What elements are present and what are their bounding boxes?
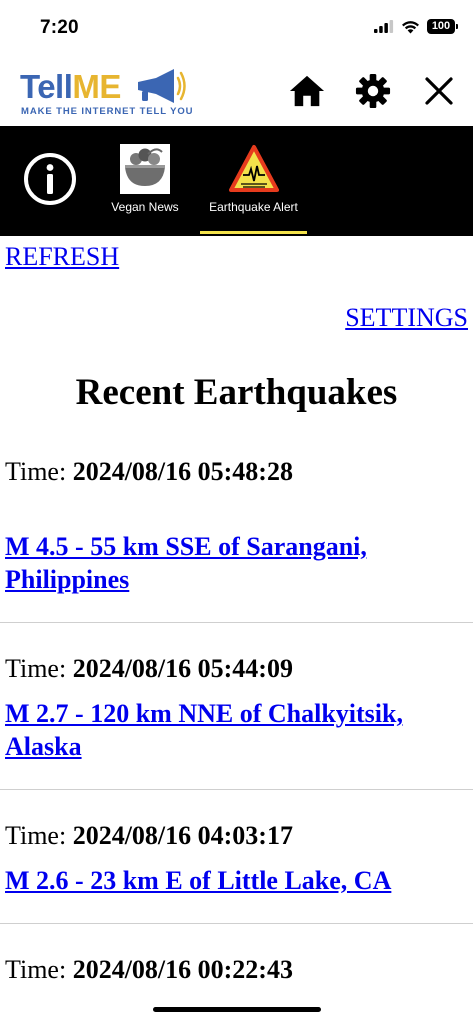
earthquake-item: Time: 2024/08/16 04:03:17 M 2.6 - 23 km …	[0, 790, 473, 924]
logo-me: ME	[72, 68, 121, 105]
tab-earthquake-alert-label: Earthquake Alert	[209, 200, 298, 214]
vegan-bowl-icon	[120, 144, 170, 194]
home-button[interactable]	[289, 72, 325, 110]
tellme-logo: TellME MAKE THE INTERNET TELL YOU	[20, 64, 194, 120]
settings-button[interactable]	[355, 72, 391, 110]
earthquake-time: Time: 2024/08/16 04:03:17	[5, 790, 468, 864]
earthquake-item: Time: 2024/08/16 05:44:09 M 2.7 - 120 km…	[0, 623, 473, 790]
cellular-signal-icon	[374, 20, 394, 33]
header-actions	[289, 72, 457, 110]
time-value: 2024/08/16 00:22:43	[72, 955, 293, 984]
earthquake-link[interactable]: M 4.5 - 55 km SSE of Sarangani, Philippi…	[5, 530, 468, 622]
earthquake-list: Time: 2024/08/16 05:48:28 M 4.5 - 55 km …	[0, 456, 473, 998]
time-prefix: Time:	[5, 457, 67, 486]
close-button[interactable]	[421, 72, 457, 110]
time-prefix: Time:	[5, 654, 67, 683]
tab-info[interactable]	[23, 152, 77, 206]
time-value: 2024/08/16 05:44:09	[72, 654, 293, 683]
close-icon	[425, 77, 453, 105]
logo-tagline: MAKE THE INTERNET TELL YOU	[21, 106, 194, 117]
wifi-icon	[402, 20, 419, 33]
time-prefix: Time:	[5, 955, 67, 984]
battery-indicator: 100	[427, 19, 458, 34]
earthquake-item: Time: 2024/08/16 00:22:43	[0, 924, 473, 998]
earthquake-time: Time: 2024/08/16 05:48:28	[5, 456, 468, 530]
time-prefix: Time:	[5, 821, 67, 850]
earthquake-link[interactable]: M 2.6 - 23 km E of Little Lake, CA	[5, 864, 468, 923]
tab-bar: Vegan News Earthquake Alert	[0, 126, 473, 236]
tab-earthquake-alert[interactable]: Earthquake Alert	[200, 144, 307, 234]
app-header: TellME MAKE THE INTERNET TELL YOU	[0, 58, 473, 126]
earthquake-time: Time: 2024/08/16 05:44:09	[5, 623, 468, 697]
home-icon	[289, 75, 325, 107]
earthquake-item: Time: 2024/08/16 05:48:28 M 4.5 - 55 km …	[0, 456, 473, 623]
logo-wordmark: TellME	[20, 70, 121, 104]
earthquake-alert-icon	[228, 145, 279, 192]
tab-vegan-news-label: Vegan News	[111, 200, 179, 214]
tab-vegan-news[interactable]: Vegan News	[106, 144, 184, 224]
gear-icon	[355, 73, 391, 109]
time-value: 2024/08/16 05:48:28	[72, 457, 293, 486]
time-value: 2024/08/16 04:03:17	[72, 821, 293, 850]
megaphone-icon	[138, 69, 186, 103]
info-icon	[24, 153, 76, 205]
status-time: 7:20	[40, 17, 79, 38]
earthquake-time: Time: 2024/08/16 00:22:43	[5, 924, 468, 998]
page-title: Recent Earthquakes	[75, 372, 398, 413]
earthquake-link[interactable]: M 2.7 - 120 km NNE of Chalkyitsik, Alask…	[5, 697, 468, 789]
logo-tell: Tell	[20, 68, 73, 105]
tab-selected-underline	[200, 231, 307, 234]
status-bar: 7:20 100	[0, 0, 473, 58]
refresh-link[interactable]: REFRESH	[5, 242, 119, 272]
settings-link[interactable]: SETTINGS	[345, 303, 468, 333]
home-indicator[interactable]	[153, 1007, 321, 1012]
status-icons: 100	[374, 19, 458, 34]
content-area: REFRESH SETTINGS Recent Earthquakes Time…	[0, 236, 473, 1024]
